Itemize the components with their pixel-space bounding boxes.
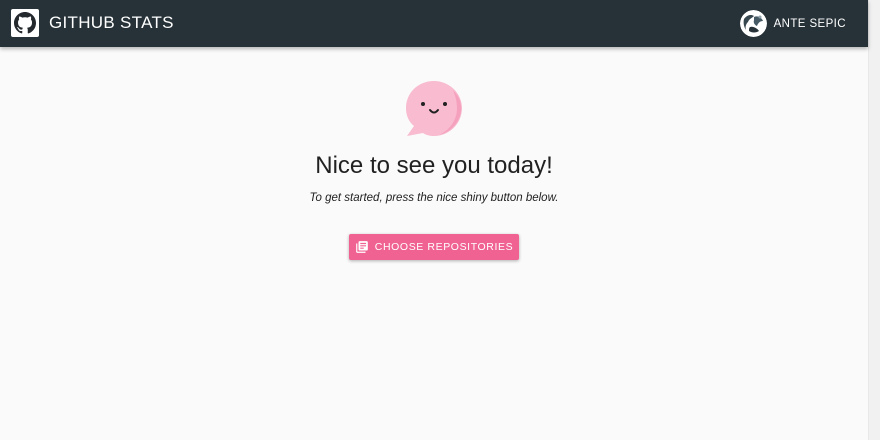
smiling-chat-bubble-icon <box>403 78 465 140</box>
github-octocat-icon[interactable] <box>11 9 39 37</box>
app-title[interactable]: GITHUB STATS <box>49 13 174 33</box>
top-app-bar: GITHUB STATS ANTE SEPIC <box>0 0 868 47</box>
greeting-heading: Nice to see you today! <box>315 152 553 179</box>
choose-repositories-button[interactable]: CHOOSE REPOSITORIES <box>349 234 519 260</box>
welcome-panel: Nice to see you today! To get started, p… <box>0 47 868 440</box>
vertical-scrollbar[interactable] <box>868 0 880 440</box>
instructions-text: To get started, press the nice shiny but… <box>309 192 559 204</box>
user-name[interactable]: ANTE SEPIC <box>774 18 846 30</box>
choose-repositories-label: CHOOSE REPOSITORIES <box>374 241 514 253</box>
avatar-globe-icon[interactable] <box>739 10 767 37</box>
library-books-icon <box>355 240 369 254</box>
user-menu[interactable]: ANTE SEPIC <box>739 10 846 37</box>
